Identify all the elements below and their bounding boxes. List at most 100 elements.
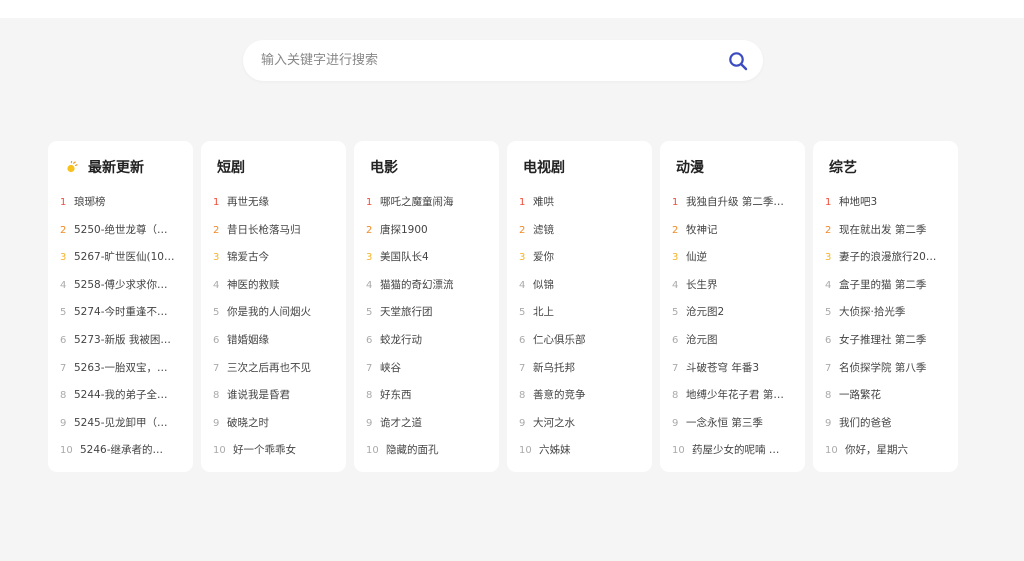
item-title: 难哄 [533, 196, 554, 208]
rank-number: 8 [60, 390, 67, 402]
ranking-item[interactable]: 8 地缚少年花子君 第… [672, 382, 805, 410]
rank-number: 1 [519, 197, 526, 208]
rank-number: 7 [672, 362, 679, 374]
ranking-item[interactable]: 2 牧神记 [672, 217, 805, 245]
ranking-item[interactable]: 9 一念永恒 第三季 [672, 410, 805, 438]
category-title[interactable]: 最新更新 [88, 157, 144, 177]
ranking-item[interactable]: 6 5273-新版 我被困… [60, 327, 193, 355]
ranking-item[interactable]: 7 新乌托邦 [519, 355, 652, 383]
ranking-item[interactable]: 5 5274-今时重逢不… [60, 299, 193, 327]
ranking-item[interactable]: 6 女子推理社 第二季 [825, 327, 958, 355]
ranking-item[interactable]: 4 长生界 [672, 272, 805, 300]
ranking-item[interactable]: 9 诡才之道 [366, 410, 499, 438]
ranking-item[interactable]: 6 仁心俱乐部 [519, 327, 652, 355]
search-input[interactable] [261, 40, 701, 81]
ranking-item[interactable]: 10 你好，星期六 [825, 437, 958, 465]
rank-number: 4 [213, 279, 220, 291]
ranking-item[interactable]: 7 5263-一胎双宝，… [60, 355, 193, 383]
category-title[interactable]: 电视剧 [523, 157, 565, 177]
ranking-item[interactable]: 8 谁说我是昏君 [213, 382, 346, 410]
item-title: 仙逆 [686, 251, 707, 264]
ranking-item[interactable]: 7 峡谷 [366, 355, 499, 383]
ranking-item[interactable]: 2 唐探1900 [366, 217, 499, 245]
item-title: 大河之水 [533, 416, 575, 429]
ranking-item[interactable]: 9 5245-见龙卸甲（… [60, 410, 193, 438]
item-title: 滤镜 [533, 223, 554, 236]
ranking-item[interactable]: 5 沧元图2 [672, 299, 805, 327]
ranking-item[interactable]: 4 神医的救赎 [213, 272, 346, 300]
ranking-item[interactable]: 8 5244-我的弟子全… [60, 382, 193, 410]
ranking-item[interactable]: 2 昔日长枪落马归 [213, 217, 346, 245]
ranking-item[interactable]: 6 错婚姻缘 [213, 327, 346, 355]
ranking-item[interactable]: 2 5250-绝世龙尊（… [60, 217, 193, 245]
ranking-item[interactable]: 3 仙逆 [672, 244, 805, 272]
ranking-item[interactable]: 10 药屋少女的呢喃 … [672, 437, 805, 465]
ranking-item[interactable]: 3 5267-旷世医仙(10… [60, 244, 193, 272]
item-title: 名侦探学院 第八季 [839, 361, 927, 374]
ranking-item[interactable]: 1 琅琊榜 [60, 189, 193, 217]
ranking-item[interactable]: 10 隐藏的面孔 [366, 437, 499, 465]
category-header: 电视剧 [523, 157, 652, 177]
category-columns: 最新更新 1 琅琊榜 2 5250-绝世龙尊（… 3 5267-旷世医仙(10… 4 5258-… [48, 141, 958, 472]
rank-number: 1 [672, 197, 679, 208]
category-title[interactable]: 动漫 [676, 157, 704, 177]
ranking-item[interactable]: 7 斗破苍穹 年番3 [672, 355, 805, 383]
ranking-item[interactable]: 3 妻子的浪漫旅行20… [825, 244, 958, 272]
ranking-item[interactable]: 10 好一个乖乖女 [213, 437, 346, 465]
ranking-item[interactable]: 4 盒子里的猫 第二季 [825, 272, 958, 300]
ranking-item[interactable]: 5 天堂旅行团 [366, 299, 499, 327]
ranking-item[interactable]: 1 难哄 [519, 189, 652, 217]
ranking-item[interactable]: 7 名侦探学院 第八季 [825, 355, 958, 383]
item-title: 牧神记 [686, 223, 718, 236]
item-title: 天堂旅行团 [380, 306, 433, 319]
rank-number: 9 [60, 417, 67, 429]
ranking-item[interactable]: 1 再世无缘 [213, 189, 346, 217]
ranking-item[interactable]: 8 善意的竞争 [519, 382, 652, 410]
item-title: 女子推理社 第二季 [839, 333, 927, 346]
ranking-item[interactable]: 6 蛟龙行动 [366, 327, 499, 355]
ranking-item[interactable]: 1 哪吒之魔童闹海 [366, 189, 499, 217]
ranking-item[interactable]: 9 破晓之时 [213, 410, 346, 438]
ranking-item[interactable]: 3 爱你 [519, 244, 652, 272]
ranking-item[interactable]: 2 现在就出发 第二季 [825, 217, 958, 245]
category-title[interactable]: 综艺 [829, 157, 857, 177]
rank-number: 4 [672, 279, 679, 291]
ranking-item[interactable]: 4 猫猫的奇幻漂流 [366, 272, 499, 300]
rank-number: 9 [366, 417, 373, 429]
item-title: 沧元图2 [686, 306, 725, 319]
item-title: 爱你 [533, 251, 554, 264]
ranking-item[interactable]: 2 滤镜 [519, 217, 652, 245]
rank-number: 1 [60, 197, 67, 208]
category-title[interactable]: 电影 [370, 157, 398, 177]
ranking-item[interactable]: 4 5258-傅少求求你… [60, 272, 193, 300]
ranking-item[interactable]: 4 似锦 [519, 272, 652, 300]
item-title: 好一个乖乖女 [233, 444, 296, 457]
ranking-item[interactable]: 9 我们的爸爸 [825, 410, 958, 438]
ranking-item[interactable]: 5 北上 [519, 299, 652, 327]
item-title: 斗破苍穹 年番3 [686, 361, 760, 374]
category-header: 综艺 [829, 157, 958, 177]
ranking-item[interactable]: 8 好东西 [366, 382, 499, 410]
ranking-item[interactable]: 8 一路繁花 [825, 382, 958, 410]
item-title: 诡才之道 [380, 416, 422, 429]
item-title: 5246-继承者的… [80, 444, 164, 457]
item-title: 仁心俱乐部 [533, 333, 586, 346]
ranking-item[interactable]: 1 我独自升级 第二季… [672, 189, 805, 217]
category-title[interactable]: 短剧 [217, 157, 245, 177]
ranking-item[interactable]: 6 沧元图 [672, 327, 805, 355]
ranking-item[interactable]: 9 大河之水 [519, 410, 652, 438]
ranking-list: 1 再世无缘 2 昔日长枪落马归 3 锦爱古今 4 神医的救赎 5 你是我的人间烟火 6 错婚姻缘 7 三… [213, 189, 346, 465]
item-title: 5258-傅少求求你… [74, 278, 168, 291]
ranking-item[interactable]: 10 六姊妹 [519, 437, 652, 465]
ranking-list: 1 琅琊榜 2 5250-绝世龙尊（… 3 5267-旷世医仙(10… 4 5258-傅少求求… [60, 189, 193, 465]
ranking-item[interactable]: 5 大侦探·拾光季 [825, 299, 958, 327]
item-title: 5263-一胎双宝，… [74, 361, 168, 374]
ranking-item[interactable]: 1 种地吧3 [825, 189, 958, 217]
ranking-item[interactable]: 5 你是我的人间烟火 [213, 299, 346, 327]
ranking-item[interactable]: 3 锦爱古今 [213, 244, 346, 272]
ranking-item[interactable]: 7 三次之后再也不见 [213, 355, 346, 383]
search-button[interactable] [727, 50, 749, 72]
ranking-item[interactable]: 3 美国队长4 [366, 244, 499, 272]
item-title: 我们的爸爸 [839, 416, 892, 429]
ranking-item[interactable]: 10 5246-继承者的… [60, 437, 193, 465]
